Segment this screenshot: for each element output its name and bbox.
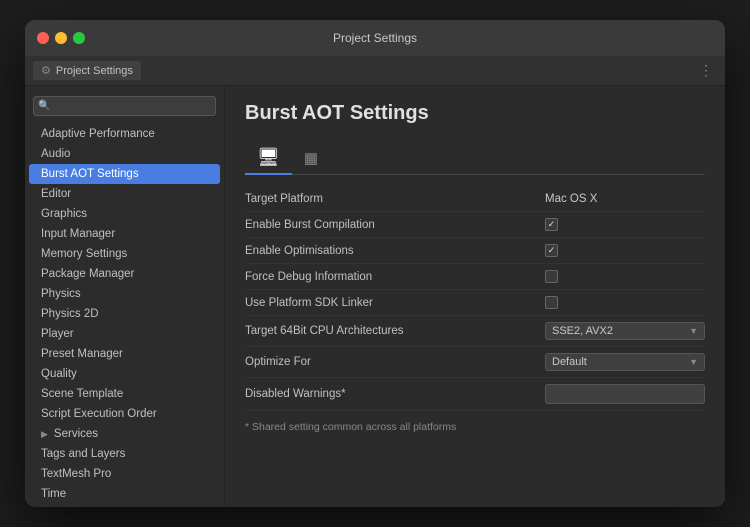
sidebar-item-player[interactable]: Player xyxy=(25,324,224,344)
main-window: Project Settings ⚙ Project Settings ⋮ 🔍 … xyxy=(25,20,725,507)
setting-value-target-64bit-cpu-architectures[interactable]: SSE2, AVX2 ▼ xyxy=(533,316,705,347)
grid-icon: ▦ xyxy=(304,150,318,167)
settings-grid: Target Platform Mac OS X Enable Burst Comp… xyxy=(245,187,705,411)
setting-value-disabled-warnings[interactable] xyxy=(533,378,705,411)
platform-tabs: 🖥 ▦ xyxy=(245,141,705,175)
text-input[interactable] xyxy=(545,384,705,404)
search-input[interactable] xyxy=(33,96,216,116)
setting-label-force-debug-information: Force Debug Information xyxy=(245,264,533,290)
sidebar-item-label: Adaptive Performance xyxy=(41,128,155,140)
sidebar-item-label: Burst AOT Settings xyxy=(41,168,139,180)
setting-value-optimize-for[interactable]: Default ▼ xyxy=(533,347,705,378)
gear-icon: ⚙ xyxy=(41,64,51,77)
setting-value-enable-optimisations[interactable] xyxy=(533,238,705,264)
sidebar-item-script-execution-order[interactable]: Script Execution Order xyxy=(25,404,224,424)
desktop-icon: 🖥 xyxy=(257,147,280,167)
platform-tab-desktop[interactable]: 🖥 xyxy=(245,141,292,174)
setting-value-enable-burst-compilation[interactable] xyxy=(533,212,705,238)
sidebar-item-label: Graphics xyxy=(41,208,87,220)
search-icon: 🔍 xyxy=(38,101,50,112)
window-title: Project Settings xyxy=(333,31,417,45)
sidebar-item-input-manager[interactable]: Input Manager xyxy=(25,224,224,244)
setting-value-force-debug-information[interactable] xyxy=(533,264,705,290)
sidebar-item-audio[interactable]: Audio xyxy=(25,144,224,164)
sidebar-item-burst-aot-settings[interactable]: Burst AOT Settings xyxy=(29,164,220,184)
checkbox[interactable] xyxy=(545,296,558,309)
sidebar-item-label: TextMesh Pro xyxy=(41,468,111,480)
dropdown-value: Default xyxy=(552,356,587,368)
sidebar-item-editor[interactable]: Editor xyxy=(25,184,224,204)
sidebar-item-timeline[interactable]: Timeline xyxy=(25,504,224,507)
sidebar-item-label: Quality xyxy=(41,368,77,380)
sidebar-item-physics-2d[interactable]: Physics 2D xyxy=(25,304,224,324)
chevron-down-icon: ▼ xyxy=(689,357,698,367)
sidebar-item-label: Preset Manager xyxy=(41,348,123,360)
setting-text-value: Mac OS X xyxy=(545,193,597,205)
sidebar-items-list: Adaptive Performance Audio Burst AOT Setti… xyxy=(25,124,224,507)
checkbox[interactable] xyxy=(545,270,558,283)
sidebar-item-label: Tags and Layers xyxy=(41,448,125,460)
footnote: * Shared setting common across all platf… xyxy=(245,421,705,433)
platform-tab-grid[interactable]: ▦ xyxy=(292,143,330,173)
sidebar-item-label: Editor xyxy=(41,188,71,200)
page-title: Burst AOT Settings xyxy=(245,102,705,125)
sidebar-item-label: Audio xyxy=(41,148,70,160)
sidebar-item-quality[interactable]: Quality xyxy=(25,364,224,384)
setting-label-target-64bit-cpu-architectures: Target 64Bit CPU Architectures xyxy=(245,316,533,347)
checkbox[interactable] xyxy=(545,218,558,231)
sidebar-item-textmesh-pro[interactable]: TextMesh Pro xyxy=(25,464,224,484)
sidebar-item-time[interactable]: Time xyxy=(25,484,224,504)
setting-label-optimize-for: Optimize For xyxy=(245,347,533,378)
dropdown[interactable]: Default ▼ xyxy=(545,353,705,371)
setting-label-disabled-warnings: Disabled Warnings* xyxy=(245,378,533,411)
sidebar-item-preset-manager[interactable]: Preset Manager xyxy=(25,344,224,364)
traffic-lights xyxy=(37,32,85,44)
sidebar-item-label: Player xyxy=(41,328,74,340)
setting-label-enable-burst-compilation: Enable Burst Compilation xyxy=(245,212,533,238)
sidebar-item-label: Physics xyxy=(41,288,81,300)
dropdown[interactable]: SSE2, AVX2 ▼ xyxy=(545,322,705,340)
main-content-panel: Burst AOT Settings 🖥 ▦ Target Platform Ma… xyxy=(225,86,725,507)
titlebar: Project Settings xyxy=(25,20,725,56)
checkbox[interactable] xyxy=(545,244,558,257)
sidebar-item-label: Services xyxy=(54,428,98,440)
sidebar-item-services[interactable]: ▶ Services xyxy=(25,424,224,444)
sidebar-item-label: Input Manager xyxy=(41,228,115,240)
toolbar: ⚙ Project Settings ⋮ xyxy=(25,56,725,86)
sidebar-item-label: Package Manager xyxy=(41,268,134,280)
sidebar-item-label: Script Execution Order xyxy=(41,408,157,420)
kebab-menu-button[interactable]: ⋮ xyxy=(695,62,717,79)
maximize-button[interactable] xyxy=(73,32,85,44)
setting-label-target-platform: Target Platform xyxy=(245,187,533,212)
sidebar-item-adaptive-performance[interactable]: Adaptive Performance xyxy=(25,124,224,144)
sidebar-item-memory-settings[interactable]: Memory Settings xyxy=(25,244,224,264)
minimize-button[interactable] xyxy=(55,32,67,44)
sidebar-item-package-manager[interactable]: Package Manager xyxy=(25,264,224,284)
sidebar-item-graphics[interactable]: Graphics xyxy=(25,204,224,224)
content-area: 🔍 Adaptive Performance Audio Burst AOT Set… xyxy=(25,86,725,507)
setting-label-enable-optimisations: Enable Optimisations xyxy=(245,238,533,264)
dropdown-value: SSE2, AVX2 xyxy=(552,325,613,337)
sidebar-item-label: Time xyxy=(41,488,66,500)
sidebar-item-label: Memory Settings xyxy=(41,248,127,260)
arrow-icon: ▶ xyxy=(41,429,48,440)
sidebar-search-container: 🔍 xyxy=(33,96,216,116)
sidebar-item-label: Scene Template xyxy=(41,388,123,400)
sidebar-item-physics[interactable]: Physics xyxy=(25,284,224,304)
setting-value-use-platform-sdk-linker[interactable] xyxy=(533,290,705,316)
chevron-down-icon: ▼ xyxy=(689,326,698,336)
sidebar-item-scene-template[interactable]: Scene Template xyxy=(25,384,224,404)
sidebar-item-tags-and-layers[interactable]: Tags and Layers xyxy=(25,444,224,464)
toolbar-tab-label: Project Settings xyxy=(56,65,133,77)
setting-label-use-platform-sdk-linker: Use Platform SDK Linker xyxy=(245,290,533,316)
sidebar: 🔍 Adaptive Performance Audio Burst AOT Set… xyxy=(25,86,225,507)
setting-value-target-platform: Mac OS X xyxy=(533,187,705,212)
close-button[interactable] xyxy=(37,32,49,44)
toolbar-tab-project-settings[interactable]: ⚙ Project Settings xyxy=(33,61,141,80)
sidebar-item-label: Physics 2D xyxy=(41,308,99,320)
